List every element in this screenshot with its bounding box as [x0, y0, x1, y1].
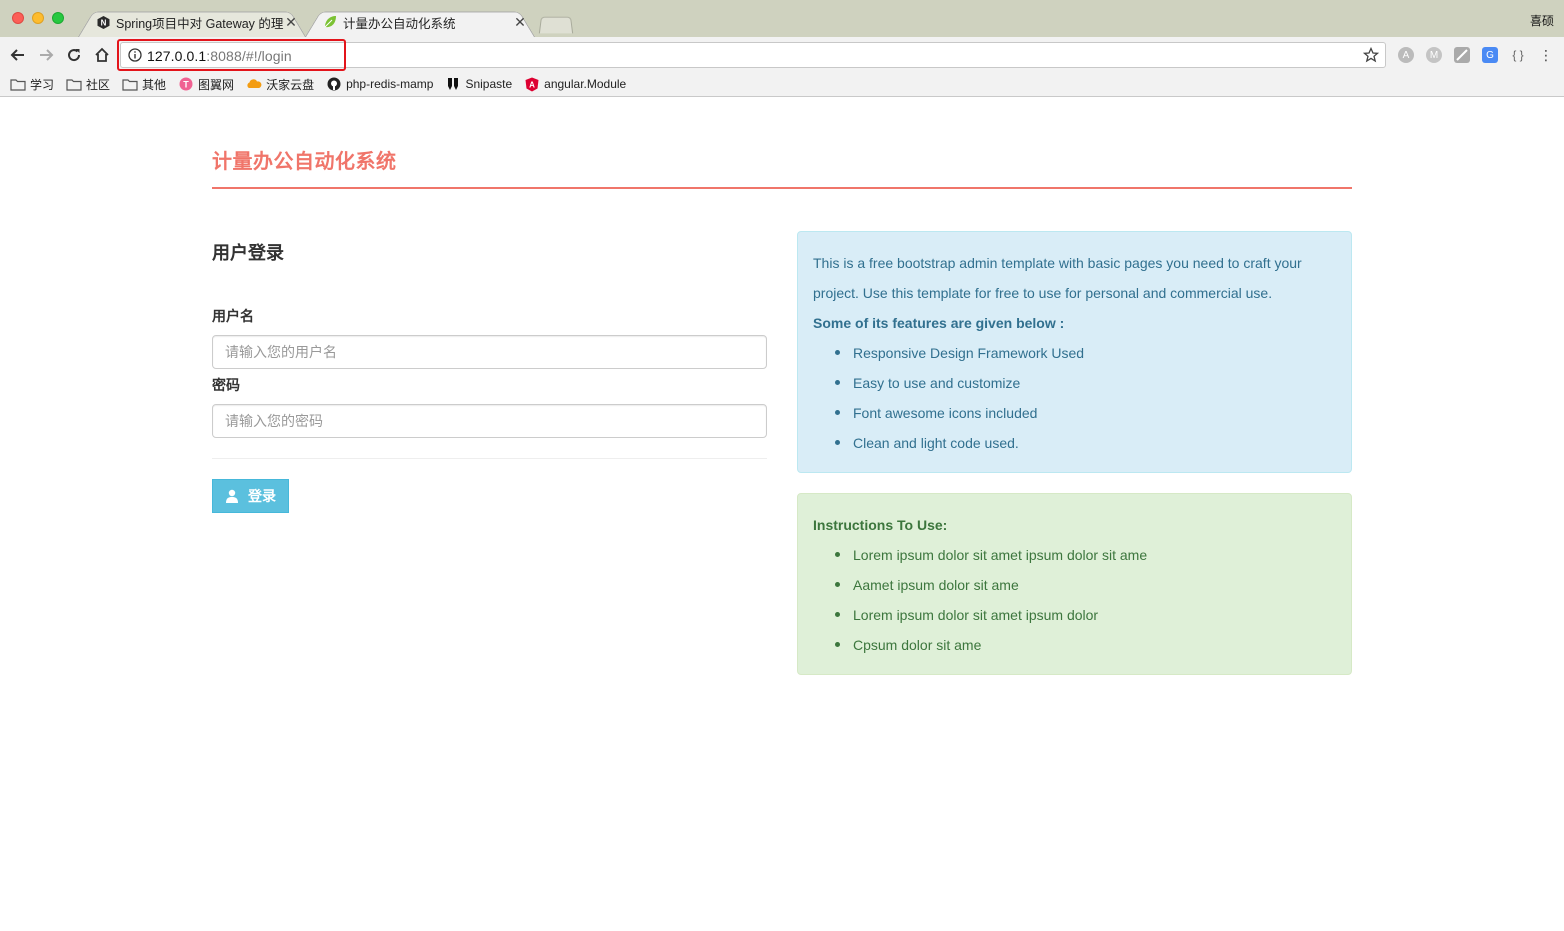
tab-title: 计量办公自动化系统 — [343, 16, 456, 31]
svg-text:N: N — [100, 18, 106, 27]
username-label: 用户名 — [212, 308, 254, 324]
tab-title: Spring项目中对 Gateway 的理解 — [116, 16, 284, 31]
bookmark-label: 其他 — [142, 77, 167, 92]
bookmark-folder-community[interactable]: 社区 — [66, 76, 110, 93]
maximize-window-button[interactable] — [52, 12, 64, 24]
minimize-window-button[interactable] — [32, 12, 44, 24]
username-input[interactable] — [212, 335, 767, 369]
folder-icon — [122, 77, 138, 91]
browser-chrome: N Spring项目中对 Gateway 的理解 ✕ 计量办公自动化系统 ✕ 喜… — [0, 0, 1564, 97]
login-button[interactable]: 登录 — [212, 479, 289, 513]
close-tab-icon[interactable]: ✕ — [284, 14, 298, 31]
new-tab-button[interactable] — [538, 16, 574, 34]
n-logo-icon: N — [96, 15, 110, 29]
folder-icon — [10, 77, 26, 91]
svg-text:T: T — [183, 80, 189, 90]
bookmark-label: angular.Module — [544, 77, 627, 91]
instructions-panel: Instructions To Use: Lorem ipsum dolor s… — [797, 493, 1352, 675]
folder-icon — [66, 77, 82, 91]
features-heading: Some of its features are given below : — [813, 315, 1065, 331]
json-extension-icon[interactable]: { } — [1510, 47, 1526, 63]
bookmark-label: 图翼网 — [198, 77, 235, 92]
snipaste-icon — [445, 77, 461, 91]
bookmark-folder-study[interactable]: 学习 — [10, 76, 54, 93]
svg-text:A: A — [529, 80, 535, 89]
close-window-button[interactable] — [12, 12, 24, 24]
bookmark-star-icon[interactable] — [1362, 46, 1380, 63]
instructions-list: Lorem ipsum dolor sit amet ipsum dolor s… — [835, 540, 1336, 660]
list-item: Easy to use and customize — [835, 368, 1336, 398]
translate-extension-icon[interactable]: G — [1482, 47, 1498, 63]
bookmark-folder-other[interactable]: 其他 — [122, 76, 166, 93]
bookmark-snipaste[interactable]: Snipaste — [445, 77, 512, 91]
list-item: Lorem ipsum dolor sit amet ipsum dolor — [835, 600, 1336, 630]
info-intro: This is a free bootstrap admin template … — [813, 255, 1302, 301]
cloud-icon — [246, 77, 262, 91]
close-tab-icon[interactable]: ✕ — [513, 14, 527, 31]
bookmarks-bar: 学习 社区 其他 T 图翼网 沃家云盘 php-redis-mamp Snipa… — [0, 73, 1564, 95]
password-label: 密码 — [212, 377, 240, 393]
list-item: Cpsum dolor sit ame — [835, 630, 1336, 660]
tab-strip: N Spring项目中对 Gateway 的理解 ✕ 计量办公自动化系统 ✕ 喜… — [0, 0, 1564, 37]
form-divider — [212, 458, 767, 459]
bookmark-php-redis[interactable]: php-redis-mamp — [326, 77, 433, 91]
bookmark-label: Snipaste — [465, 77, 513, 91]
forward-icon[interactable] — [36, 45, 56, 65]
browser-tab-1[interactable]: N Spring项目中对 Gateway 的理解 ✕ — [78, 7, 306, 37]
instructions-heading: Instructions To Use: — [813, 517, 948, 533]
bookmark-wojia-cloud[interactable]: 沃家云盘 — [246, 76, 314, 93]
bookmark-label: 学习 — [30, 77, 55, 92]
tuyi-icon: T — [178, 77, 194, 91]
browser-tab-2[interactable]: 计量办公自动化系统 ✕ — [305, 7, 535, 37]
home-icon[interactable] — [92, 45, 112, 65]
password-input[interactable] — [212, 404, 767, 438]
list-item: Lorem ipsum dolor sit amet ipsum dolor s… — [835, 540, 1336, 570]
screenshot-extension-icon[interactable] — [1454, 47, 1470, 63]
login-heading: 用户登录 — [212, 243, 284, 263]
page-content: 计量办公自动化系统 用户登录 用户名 密码 登录 This is a free … — [0, 98, 1564, 931]
list-item: Clean and light code used. — [835, 428, 1336, 458]
bookmark-angular-module[interactable]: A angular.Module — [524, 77, 626, 91]
angular-extension-icon[interactable]: A — [1398, 47, 1414, 63]
angular-icon: A — [524, 77, 540, 91]
spring-leaf-icon — [323, 15, 337, 29]
title-divider — [212, 187, 1352, 189]
list-item: Aamet ipsum dolor sit ame — [835, 570, 1336, 600]
list-item: Responsive Design Framework Used — [835, 338, 1336, 368]
app-title: 计量办公自动化系统 — [212, 151, 397, 173]
features-list: Responsive Design Framework Used Easy to… — [835, 338, 1336, 458]
github-icon — [326, 77, 342, 91]
back-icon[interactable] — [8, 45, 28, 65]
reload-icon[interactable] — [64, 45, 84, 65]
bookmark-label: 沃家云盘 — [266, 77, 315, 92]
bookmark-tuyi[interactable]: T 图翼网 — [178, 76, 234, 93]
login-button-label: 登录 — [248, 488, 276, 504]
profile-name[interactable]: 喜硕 — [1530, 12, 1554, 29]
bookmark-label: php-redis-mamp — [346, 77, 434, 91]
user-icon — [225, 489, 239, 503]
info-panel: This is a free bootstrap admin template … — [797, 231, 1352, 473]
bookmark-label: 社区 — [86, 77, 111, 92]
m-extension-icon[interactable]: M — [1426, 47, 1442, 63]
menu-kebab-icon[interactable]: ⋮ — [1538, 47, 1554, 63]
list-item: Font awesome icons included — [835, 398, 1336, 428]
url-highlight-annotation — [117, 39, 346, 71]
